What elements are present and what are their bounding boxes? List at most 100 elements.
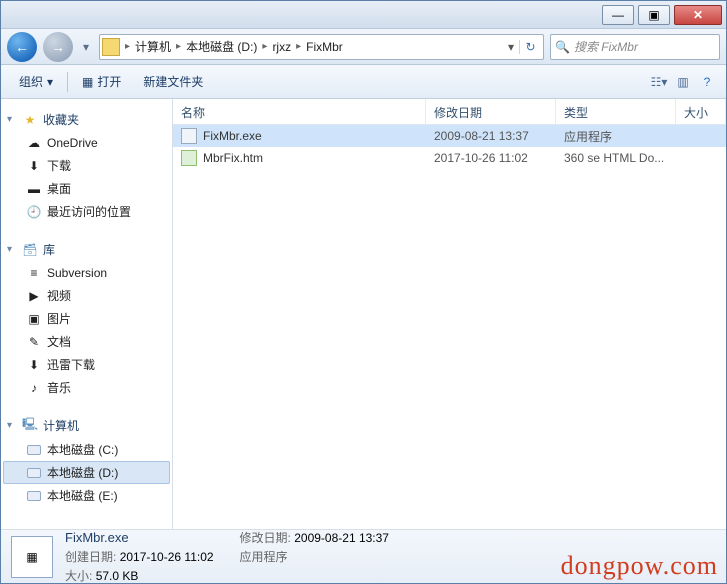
sidebar-item-pictures[interactable]: ▣图片 — [3, 307, 170, 330]
cloud-icon: ☁ — [25, 135, 43, 151]
file-row[interactable]: FixMbr.exe 2009-08-21 13:37 应用程序 — [173, 125, 726, 147]
new-folder-button[interactable]: 新建文件夹 — [133, 69, 213, 94]
file-date: 2017-10-26 11:02 — [426, 151, 556, 165]
group-label: 计算机 — [43, 417, 79, 434]
picture-icon: ▣ — [25, 311, 43, 327]
content-area: ▾ ★ 收藏夹 ☁OneDrive ⬇下载 ▬桌面 🕘最近访问的位置 ▾ 🗃 库… — [1, 99, 726, 529]
address-dropdown[interactable]: ▾ — [503, 40, 519, 54]
sidebar-item-drive-d[interactable]: 本地磁盘 (D:) — [3, 461, 170, 484]
chevron-right-icon[interactable]: ▸ — [124, 41, 131, 52]
details-created-label: 创建日期: — [65, 550, 116, 564]
download-icon: ⬇ — [25, 357, 43, 373]
search-placeholder: 搜索 FixMbr — [574, 38, 638, 55]
breadcrumb[interactable]: rjxz — [268, 40, 295, 54]
search-input[interactable]: 🔍 搜索 FixMbr — [550, 34, 720, 60]
organize-button[interactable]: 组织 ▾ — [9, 69, 63, 94]
open-label: 打开 — [97, 73, 121, 90]
minimize-button[interactable]: — — [602, 5, 634, 25]
column-date[interactable]: 修改日期 — [426, 99, 556, 124]
collapse-icon[interactable]: ▾ — [7, 420, 21, 431]
file-name: FixMbr.exe — [203, 129, 262, 143]
file-thumbnail: ▦ — [11, 536, 53, 578]
column-name[interactable]: 名称 — [173, 99, 426, 124]
library-icon: 🗃 — [21, 242, 39, 258]
file-type: 360 se HTML Do... — [556, 151, 676, 165]
details-modified: 2009-08-21 13:37 — [294, 531, 389, 545]
sidebar-item-documents[interactable]: ✎文档 — [3, 330, 170, 353]
navigation-pane[interactable]: ▾ ★ 收藏夹 ☁OneDrive ⬇下载 ▬桌面 🕘最近访问的位置 ▾ 🗃 库… — [1, 99, 173, 529]
collapse-icon[interactable]: ▾ — [7, 244, 21, 255]
file-date: 2009-08-21 13:37 — [426, 129, 556, 143]
preview-pane-button[interactable]: ▥ — [672, 71, 694, 93]
sidebar-item-recent[interactable]: 🕘最近访问的位置 — [3, 200, 170, 223]
open-button[interactable]: ▦ 打开 — [72, 69, 131, 94]
sidebar-item-music[interactable]: ♪音乐 — [3, 376, 170, 399]
watermark: dongpow.com — [561, 551, 718, 581]
collapse-icon[interactable]: ▾ — [7, 114, 21, 125]
star-icon: ★ — [21, 112, 39, 128]
navigation-bar: ← → ▾ ▸ 计算机 ▸ 本地磁盘 (D:) ▸ rjxz ▸ FixMbr … — [1, 29, 726, 65]
drive-icon — [25, 442, 43, 458]
window-controls: — ▣ ✕ — [602, 5, 722, 25]
recent-icon: 🕘 — [25, 204, 43, 220]
drive-icon — [25, 488, 43, 504]
close-button[interactable]: ✕ — [674, 5, 722, 25]
exe-icon — [181, 128, 197, 144]
chevron-down-icon: ▾ — [47, 75, 53, 89]
history-dropdown[interactable]: ▾ — [79, 40, 93, 54]
drive-icon — [25, 465, 43, 481]
back-button[interactable]: ← — [7, 32, 37, 62]
column-type[interactable]: 类型 — [556, 99, 676, 124]
folder-icon — [102, 38, 120, 56]
help-button[interactable]: ? — [696, 71, 718, 93]
organize-label: 组织 — [19, 73, 43, 90]
sidebar-group-libraries[interactable]: ▾ 🗃 库 — [3, 235, 170, 262]
column-size[interactable]: 大小 — [676, 99, 726, 124]
search-icon: 🔍 — [555, 40, 570, 54]
sidebar-item-downloads[interactable]: ⬇下载 — [3, 154, 170, 177]
sidebar-item-xunlei[interactable]: ⬇迅雷下载 — [3, 353, 170, 376]
desktop-icon: ▬ — [25, 181, 43, 197]
file-row[interactable]: MbrFix.htm 2017-10-26 11:02 360 se HTML … — [173, 147, 726, 169]
sidebar-item-onedrive[interactable]: ☁OneDrive — [3, 132, 170, 154]
document-icon: ✎ — [25, 334, 43, 350]
download-icon: ⬇ — [25, 158, 43, 174]
chevron-right-icon[interactable]: ▸ — [175, 41, 182, 52]
music-icon: ♪ — [25, 380, 43, 396]
command-bar: 组织 ▾ ▦ 打开 新建文件夹 ☷▾ ▥ ? — [1, 65, 726, 99]
open-icon: ▦ — [82, 75, 93, 89]
address-bar[interactable]: ▸ 计算机 ▸ 本地磁盘 (D:) ▸ rjxz ▸ FixMbr ▾ ↻ — [99, 34, 544, 60]
group-label: 收藏夹 — [43, 111, 79, 128]
video-icon: ▶ — [25, 288, 43, 304]
breadcrumb[interactable]: 本地磁盘 (D:) — [182, 38, 261, 55]
titlebar: — ▣ ✕ — [1, 1, 726, 29]
view-options-button[interactable]: ☷▾ — [648, 71, 670, 93]
details-filename: FixMbr.exe — [65, 530, 214, 545]
column-headers: 名称 修改日期 类型 大小 — [173, 99, 726, 125]
forward-button[interactable]: → — [43, 32, 73, 62]
group-label: 库 — [43, 241, 55, 258]
sidebar-group-favorites[interactable]: ▾ ★ 收藏夹 — [3, 105, 170, 132]
sidebar-item-drive-e[interactable]: 本地磁盘 (E:) — [3, 484, 170, 507]
details-created: 2017-10-26 11:02 — [120, 550, 214, 564]
refresh-button[interactable]: ↻ — [519, 40, 541, 54]
chevron-right-icon[interactable]: ▸ — [261, 41, 268, 52]
chevron-right-icon[interactable]: ▸ — [295, 41, 302, 52]
sidebar-item-desktop[interactable]: ▬桌面 — [3, 177, 170, 200]
explorer-window: — ▣ ✕ ← → ▾ ▸ 计算机 ▸ 本地磁盘 (D:) ▸ rjxz ▸ F… — [0, 0, 727, 584]
details-filetype: 应用程序 — [240, 548, 389, 565]
details-size-label: 大小: — [65, 569, 92, 583]
file-name: MbrFix.htm — [203, 151, 263, 165]
sidebar-item-videos[interactable]: ▶视频 — [3, 284, 170, 307]
file-rows[interactable]: FixMbr.exe 2009-08-21 13:37 应用程序 MbrFix.… — [173, 125, 726, 529]
maximize-button[interactable]: ▣ — [638, 5, 670, 25]
breadcrumb[interactable]: 计算机 — [131, 38, 175, 55]
sidebar-group-computer[interactable]: ▾ 🖳 计算机 — [3, 411, 170, 438]
file-type: 应用程序 — [556, 128, 676, 145]
sidebar-item-drive-c[interactable]: 本地磁盘 (C:) — [3, 438, 170, 461]
separator — [67, 72, 68, 92]
breadcrumb[interactable]: FixMbr — [302, 40, 347, 54]
sidebar-item-subversion[interactable]: ≡Subversion — [3, 262, 170, 284]
details-pane: ▦ FixMbr.exe 修改日期: 2009-08-21 13:37 创建日期… — [1, 529, 726, 583]
details-size: 57.0 KB — [96, 569, 139, 583]
